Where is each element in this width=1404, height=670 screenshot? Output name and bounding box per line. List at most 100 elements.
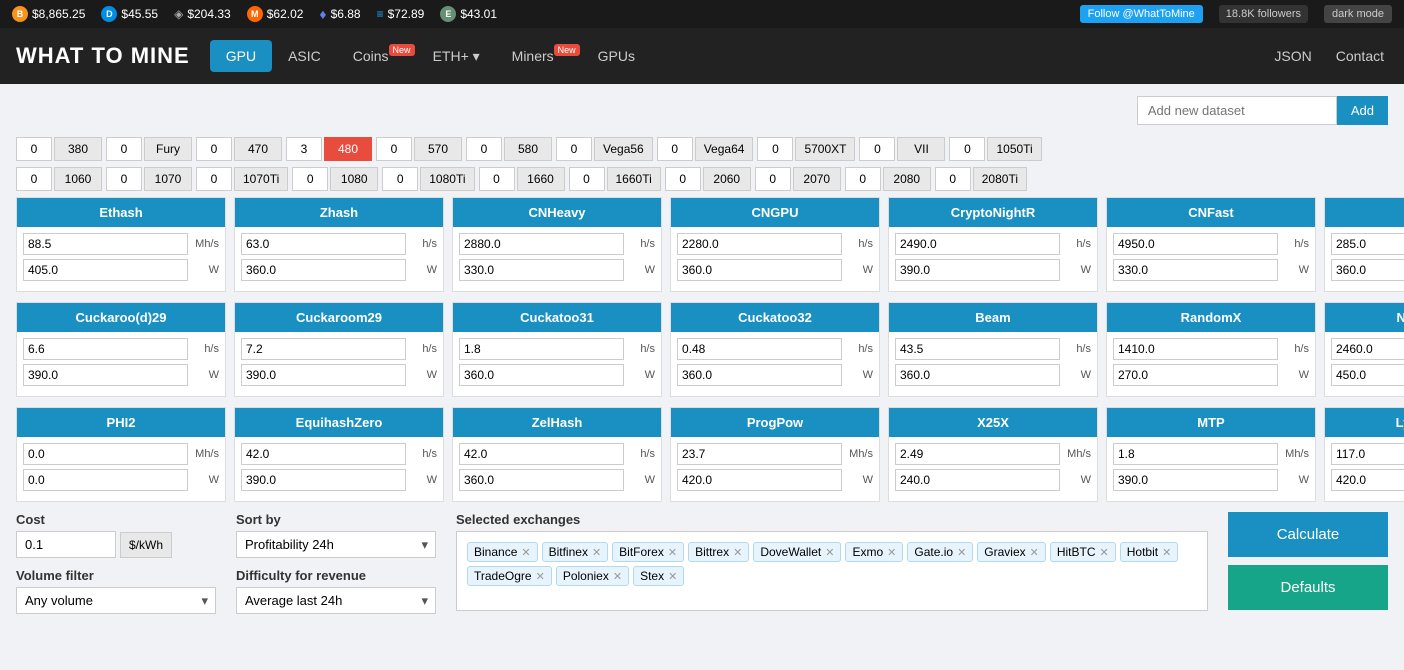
algo-header-cryptonightr[interactable]: CryptoNightR xyxy=(889,198,1097,227)
algo-hashrate-input-progpow[interactable] xyxy=(677,443,842,465)
exchange-remove-hotbit[interactable]: ✕ xyxy=(1162,546,1171,559)
gpu-1060-count[interactable] xyxy=(16,167,52,191)
algo-header-cuckaroom29[interactable]: Cuckaroom29 xyxy=(235,303,443,332)
gpu-1660-count[interactable] xyxy=(479,167,515,191)
algo-hashrate-input-cryptonightr[interactable] xyxy=(895,233,1060,255)
nav-gpus[interactable]: GPUs xyxy=(582,40,651,72)
exchange-remove-binance[interactable]: ✕ xyxy=(521,546,530,559)
gpu-vega56-count[interactable] xyxy=(556,137,592,161)
algo-header-phi2[interactable]: PHI2 xyxy=(17,408,225,437)
algo-hashrate-input-zhash[interactable] xyxy=(241,233,406,255)
algo-header-randomx[interactable]: RandomX xyxy=(1107,303,1315,332)
exchange-remove-hitbtc[interactable]: ✕ xyxy=(1100,546,1109,559)
algo-hashrate-input-beam[interactable] xyxy=(895,338,1060,360)
exchange-remove-graviex[interactable]: ✕ xyxy=(1030,546,1039,559)
algo-header-cnheavy[interactable]: CNHeavy xyxy=(453,198,661,227)
algo-power-input-cuckaroo-d-29[interactable] xyxy=(23,364,188,386)
algo-power-input-mtp[interactable] xyxy=(1113,469,1278,491)
nav-json[interactable]: JSON xyxy=(1270,40,1315,72)
gpu-2080-count[interactable] xyxy=(845,167,881,191)
follow-button[interactable]: Follow @WhatToMine xyxy=(1080,5,1203,23)
gpu-1070-count[interactable] xyxy=(106,167,142,191)
algo-header-x25x[interactable]: X25X xyxy=(889,408,1097,437)
algo-power-input-randomx[interactable] xyxy=(1113,364,1278,386)
algo-header-cnfast[interactable]: CNFast xyxy=(1107,198,1315,227)
algo-hashrate-input-cuckatoo32[interactable] xyxy=(677,338,842,360)
nav-contact[interactable]: Contact xyxy=(1332,40,1388,72)
algo-power-input-zelhash[interactable] xyxy=(459,469,624,491)
algo-power-input-cnheavy[interactable] xyxy=(459,259,624,281)
gpu-1080-count[interactable] xyxy=(292,167,328,191)
algo-hashrate-input-lyra2rev3[interactable] xyxy=(1331,443,1404,465)
gpu-fury-count[interactable] xyxy=(106,137,142,161)
dataset-input[interactable] xyxy=(1137,96,1337,125)
algo-hashrate-input-phi2[interactable] xyxy=(23,443,188,465)
algo-hashrate-input-zelhash[interactable] xyxy=(459,443,624,465)
exchange-remove-bitfinex[interactable]: ✕ xyxy=(592,546,601,559)
algo-hashrate-input-cnfast[interactable] xyxy=(1113,233,1278,255)
exchange-remove-bitforex[interactable]: ✕ xyxy=(668,546,677,559)
algo-power-input-cuckaroom29[interactable] xyxy=(241,364,406,386)
algo-power-input-cnfast[interactable] xyxy=(1113,259,1278,281)
algo-header-neoscrypt[interactable]: NeoScrypt xyxy=(1325,303,1404,332)
cost-input[interactable] xyxy=(16,531,116,558)
algo-power-input-ethash[interactable] xyxy=(23,259,188,281)
algo-power-input-zhash[interactable] xyxy=(241,259,406,281)
algo-hashrate-input-aion[interactable] xyxy=(1331,233,1404,255)
algo-header-cuckaroo-d-29[interactable]: Cuckaroo(d)29 xyxy=(17,303,225,332)
nav-asic[interactable]: ASIC xyxy=(272,40,337,72)
volume-select[interactable]: Any volume xyxy=(16,587,216,614)
algo-power-input-aion[interactable] xyxy=(1331,259,1404,281)
dark-mode-button[interactable]: dark mode xyxy=(1324,5,1392,23)
algo-hashrate-input-cuckaroo-d-29[interactable] xyxy=(23,338,188,360)
gpu-5700xt-count[interactable] xyxy=(757,137,793,161)
gpu-470-count[interactable] xyxy=(196,137,232,161)
calculate-button[interactable]: Calculate xyxy=(1228,512,1388,557)
algo-hashrate-input-cuckatoo31[interactable] xyxy=(459,338,624,360)
gpu-vii-count[interactable] xyxy=(859,137,895,161)
gpu-1660ti-count[interactable] xyxy=(569,167,605,191)
gpu-2070-count[interactable] xyxy=(755,167,791,191)
gpu-2080ti-count[interactable] xyxy=(935,167,971,191)
algo-header-beam[interactable]: Beam xyxy=(889,303,1097,332)
exchange-remove-poloniex[interactable]: ✕ xyxy=(613,570,622,583)
exchange-remove-gate.io[interactable]: ✕ xyxy=(957,546,966,559)
sort-select[interactable]: Profitability 24h Profitability 3 days P… xyxy=(236,531,436,558)
algo-hashrate-input-cnheavy[interactable] xyxy=(459,233,624,255)
difficulty-select[interactable]: Average last 24h Current Average last 3 … xyxy=(236,587,436,614)
algo-power-input-phi2[interactable] xyxy=(23,469,188,491)
exchange-remove-bittrex[interactable]: ✕ xyxy=(733,546,742,559)
gpu-vega64-count[interactable] xyxy=(657,137,693,161)
algo-hashrate-input-randomx[interactable] xyxy=(1113,338,1278,360)
gpu-1070ti-count[interactable] xyxy=(196,167,232,191)
exchange-remove-tradeogre[interactable]: ✕ xyxy=(536,570,545,583)
exchange-remove-exmo[interactable]: ✕ xyxy=(887,546,896,559)
algo-hashrate-input-cngpu[interactable] xyxy=(677,233,842,255)
algo-header-cuckatoo32[interactable]: Cuckatoo32 xyxy=(671,303,879,332)
gpu-380-count[interactable] xyxy=(16,137,52,161)
algo-power-input-cryptonightr[interactable] xyxy=(895,259,1060,281)
algo-header-zhash[interactable]: Zhash xyxy=(235,198,443,227)
algo-power-input-progpow[interactable] xyxy=(677,469,842,491)
gpu-1080ti-count[interactable] xyxy=(382,167,418,191)
gpu-1050ti-count[interactable] xyxy=(949,137,985,161)
gpu-570-count[interactable] xyxy=(376,137,412,161)
algo-header-progpow[interactable]: ProgPow xyxy=(671,408,879,437)
algo-power-input-lyra2rev3[interactable] xyxy=(1331,469,1404,491)
exchange-remove-stex[interactable]: ✕ xyxy=(668,570,677,583)
defaults-button[interactable]: Defaults xyxy=(1228,565,1388,610)
algo-hashrate-input-ethash[interactable] xyxy=(23,233,188,255)
algo-header-aion[interactable]: Aion xyxy=(1325,198,1404,227)
algo-power-input-neoscrypt[interactable] xyxy=(1331,364,1404,386)
algo-power-input-x25x[interactable] xyxy=(895,469,1060,491)
algo-header-mtp[interactable]: MTP xyxy=(1107,408,1315,437)
gpu-480-count[interactable] xyxy=(286,137,322,161)
algo-hashrate-input-x25x[interactable] xyxy=(895,443,1060,465)
algo-power-input-cuckatoo31[interactable] xyxy=(459,364,624,386)
nav-coins[interactable]: Coins New xyxy=(337,40,417,72)
algo-header-ethash[interactable]: Ethash xyxy=(17,198,225,227)
algo-power-input-cngpu[interactable] xyxy=(677,259,842,281)
algo-power-input-equihashzero[interactable] xyxy=(241,469,406,491)
algo-power-input-cuckatoo32[interactable] xyxy=(677,364,842,386)
algo-power-input-beam[interactable] xyxy=(895,364,1060,386)
